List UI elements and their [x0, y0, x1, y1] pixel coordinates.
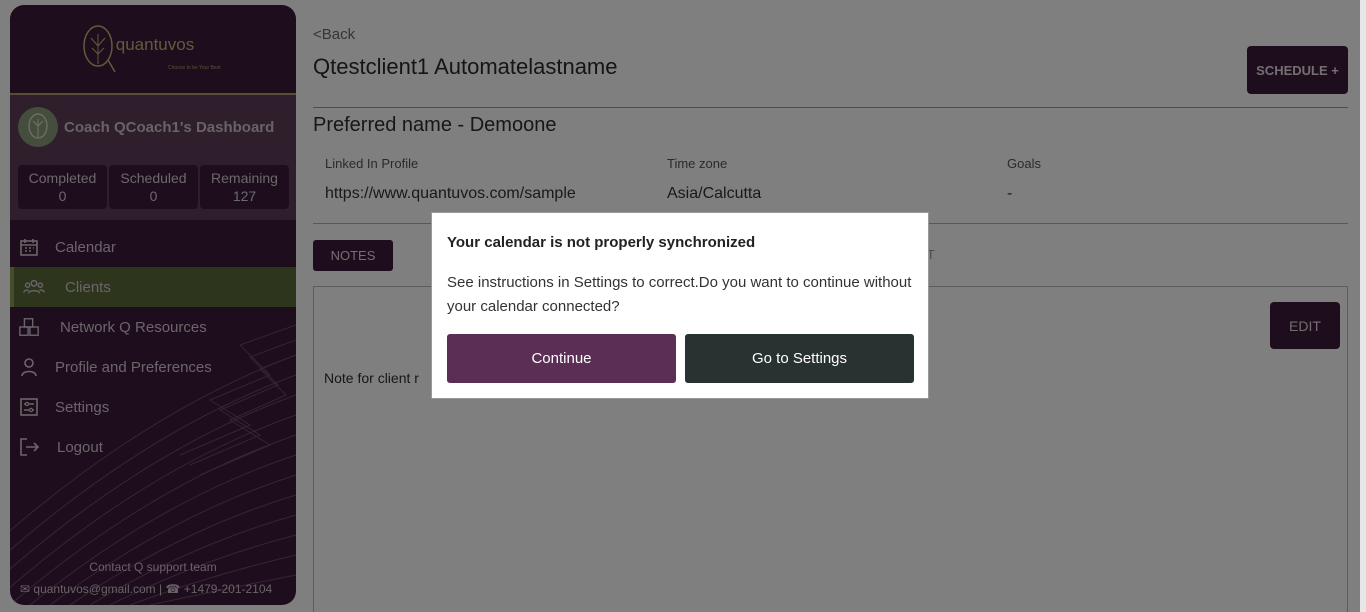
scrollbar-track[interactable] — [1360, 0, 1366, 612]
go-to-settings-button[interactable]: Go to Settings — [685, 334, 914, 383]
dialog-title: Your calendar is not properly synchroniz… — [447, 234, 756, 251]
continue-button[interactable]: Continue — [447, 334, 676, 383]
dialog-message: See instructions in Settings to correct.… — [447, 274, 912, 315]
calendar-sync-dialog: Your calendar is not properly synchroniz… — [431, 212, 929, 399]
